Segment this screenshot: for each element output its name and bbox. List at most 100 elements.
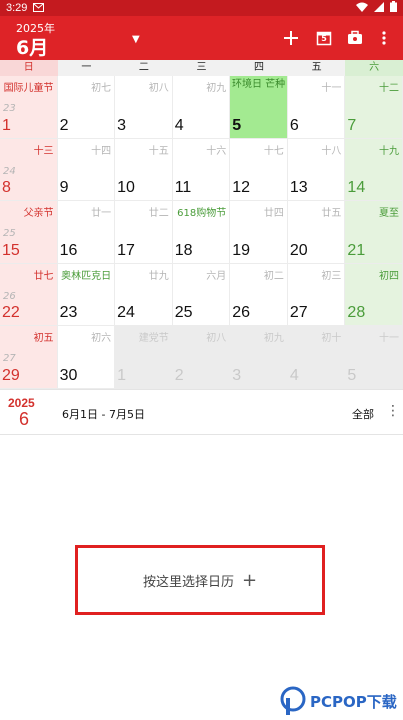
lunar-label: 十八	[321, 145, 342, 157]
lunar-label: 父亲节	[23, 208, 54, 220]
day-number: 4	[289, 366, 299, 384]
day-number: 23	[59, 304, 78, 322]
day-number: 11	[174, 179, 192, 197]
day-cell[interactable]: 十九 14	[345, 138, 403, 202]
day-cell[interactable]: 廿四 19	[230, 201, 288, 264]
select-calendar-button[interactable]: 按这里选择日历 +	[75, 545, 325, 615]
briefcase-icon	[348, 30, 362, 44]
day-number: 2	[59, 116, 69, 134]
filter-all-button[interactable]: 全部	[352, 406, 374, 422]
day-number: 25	[174, 304, 193, 322]
lunar-label: 初八	[148, 83, 169, 94]
lunar-label: 初九	[206, 83, 227, 94]
lunar-label: 初四	[378, 270, 399, 282]
day-number: 18	[174, 241, 193, 259]
day-cell[interactable]: 初二 26	[230, 263, 288, 327]
day-cell[interactable]: 廿七 26 22	[0, 263, 58, 327]
day-cell[interactable]: 廿一 16	[57, 201, 116, 264]
lunar-label: 夏至	[378, 208, 399, 220]
lunar-label: 初五	[33, 333, 54, 345]
info-bar: 2025 6 6月1日 - 7月5日 全部 ⋮	[0, 389, 403, 435]
day-number: 6	[289, 116, 299, 134]
day-cell[interactable]: 初九 3	[230, 326, 288, 389]
day-cell[interactable]: 十三 24 8	[0, 138, 58, 202]
more-options-icon[interactable]: ⋮	[386, 403, 400, 419]
lunar-label: 廿四	[263, 208, 284, 220]
day-cell[interactable]: 廿五 20	[287, 201, 346, 264]
day-number: 19	[232, 241, 251, 259]
day-cell[interactable]: 建党节 1	[115, 326, 173, 389]
app-bar-month[interactable]: 6月	[16, 33, 48, 60]
day-number: 12	[232, 179, 251, 197]
today-badge: 5	[321, 34, 327, 43]
more-menu-button[interactable]	[372, 26, 396, 50]
day-number: 26	[232, 304, 251, 322]
week-number: 25	[3, 228, 16, 240]
day-cell[interactable]: 廿九 24	[115, 263, 173, 327]
info-month: 6	[19, 409, 30, 429]
day-cell[interactable]: 十六 11	[172, 138, 231, 202]
day-number: 28	[347, 304, 366, 322]
day-number: 10	[117, 179, 135, 197]
day-cell[interactable]: 618购物节 18	[172, 201, 231, 264]
day-cell[interactable]: 初三 27	[287, 263, 346, 327]
day-cell[interactable]: 夏至 21	[345, 201, 403, 264]
lunar-label: 十七	[263, 145, 284, 157]
date-range: 6月1日 - 7月5日	[62, 408, 145, 421]
day-cell[interactable]: 十八 13	[287, 138, 346, 202]
lunar-label: 国际儿童节	[3, 83, 54, 94]
today-button[interactable]: 5	[312, 26, 336, 50]
day-cell[interactable]: 初五 27 29	[0, 326, 58, 389]
weekday-mon: 一	[57, 60, 116, 76]
signal-icon	[374, 1, 384, 15]
day-number: 22	[2, 304, 20, 322]
mail-icon	[33, 2, 45, 15]
lunar-label: 环境日 芒种	[231, 79, 286, 90]
briefcase-button[interactable]	[343, 26, 367, 50]
day-cell-today[interactable]: 环境日 芒种 5	[230, 76, 288, 139]
day-cell[interactable]: 初八 2	[172, 326, 231, 389]
week-number: 24	[3, 165, 16, 177]
weekday-wed: 三	[172, 60, 231, 76]
day-cell[interactable]: 十一 6	[287, 76, 346, 139]
lunar-label: 十四	[91, 145, 112, 157]
day-cell[interactable]: 初六 30	[57, 326, 116, 389]
day-cell[interactable]: 廿二 17	[115, 201, 173, 264]
day-cell[interactable]: 十五 10	[115, 138, 173, 202]
day-cell[interactable]: 初八 3	[115, 76, 173, 139]
day-cell[interactable]: 初七 2	[57, 76, 116, 139]
lunar-label: 十二	[378, 83, 399, 94]
week-number: 23	[3, 103, 16, 114]
day-number: 3	[232, 366, 242, 384]
lunar-label: 初三	[321, 270, 342, 282]
month-dropdown-icon[interactable]: ▼	[132, 34, 140, 45]
weekday-tue: 二	[115, 60, 173, 76]
wifi-icon	[356, 2, 368, 15]
lunar-label: 初九	[263, 333, 284, 345]
day-number: 5	[232, 116, 242, 134]
day-number: 7	[347, 116, 357, 134]
lunar-label: 十五	[148, 145, 169, 157]
day-number: 9	[59, 179, 69, 197]
day-cell[interactable]: 十七 12	[230, 138, 288, 202]
day-cell[interactable]: 初九 4	[172, 76, 231, 139]
weekday-sat: 六	[345, 60, 403, 76]
day-number: 3	[117, 116, 127, 134]
plus-icon: +	[241, 569, 258, 591]
day-cell[interactable]: 初四 28	[345, 263, 403, 327]
battery-icon	[390, 1, 397, 15]
month-grid: 国际儿童节 23 1 初七 2 初八 3 初九 4 环境日 芒种 5 十一 6 十二 7 十三 24 8 十四 9 十五…	[0, 76, 403, 389]
add-event-button[interactable]	[279, 26, 303, 50]
day-cell[interactable]: 六月 25	[172, 263, 231, 327]
day-cell[interactable]: 十四 9	[57, 138, 116, 202]
day-cell[interactable]: 初十 4	[287, 326, 346, 389]
day-cell[interactable]: 国际儿童节 23 1	[0, 76, 58, 139]
more-vert-icon	[382, 31, 386, 45]
week-number: 27	[3, 353, 16, 365]
lunar-label: 十一	[321, 83, 342, 94]
status-icons	[356, 1, 397, 15]
day-cell[interactable]: 十一 5	[345, 326, 403, 389]
day-cell[interactable]: 父亲节 25 15	[0, 201, 58, 264]
day-cell[interactable]: 十二 7	[345, 76, 403, 139]
day-cell[interactable]: 奥林匹克日 23	[57, 263, 116, 327]
